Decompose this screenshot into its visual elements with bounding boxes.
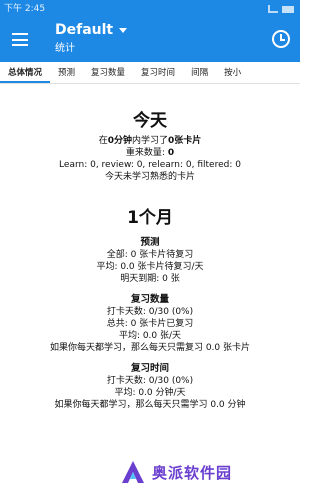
stats-tabs: 总体情况 预测 复习数量 复习时间 间隔 按小 (0, 62, 300, 84)
tab-review-time[interactable]: 复习时间 (133, 62, 183, 83)
status-time: 下午 2:45 (4, 4, 46, 14)
watermark: 奥派软件园 (120, 455, 290, 489)
tab-hourly[interactable]: 按小 (216, 62, 249, 83)
menu-icon[interactable] (12, 33, 28, 46)
clock-icon[interactable] (272, 30, 290, 48)
review-time-average: 平均: 0.0 分钟/天 (114, 388, 186, 398)
signal-icon (268, 5, 278, 13)
month-heading: 1个月 (127, 208, 173, 228)
forecast-tomorrow: 明天到期: 0 张 (120, 274, 180, 284)
today-breakdown: Learn: 0, review: 0, relearn: 0, filtere… (59, 160, 241, 170)
app-title[interactable]: Default (55, 22, 128, 38)
today-heading: 今天 (133, 111, 167, 131)
review-count-note: 如果你每天都学习，那么每天只需复习 0.0 张卡片 (49, 343, 251, 353)
dropdown-icon[interactable] (119, 27, 128, 33)
tab-intervals[interactable]: 间隔 (183, 62, 216, 83)
tab-review-count[interactable]: 复习数量 (83, 62, 133, 83)
review-count-average: 平均: 0.0 张/天 (118, 331, 182, 341)
review-time-days: 打卡天数: 0/30 (0%) (106, 376, 194, 386)
battery-icon (282, 5, 294, 13)
today-summary: 在0分钟内学习了0张卡片 (98, 136, 202, 146)
app-subtitle: 统计 (55, 43, 75, 54)
review-time-title: 复习时间 (130, 363, 169, 374)
review-count-days: 打卡天数: 0/30 (0%) (106, 307, 194, 317)
stats-content: 今天 在0分钟内学习了0张卡片 重来数量: 0 Learn: 0, review… (0, 86, 300, 411)
today-relearn: 重来数量: 0 (125, 148, 175, 158)
today-note: 今天未学习熟悉的卡片 (104, 172, 195, 182)
status-icons (268, 0, 294, 18)
deck-selector[interactable]: Default 统计 (55, 22, 128, 54)
tab-forecast[interactable]: 预测 (50, 62, 83, 83)
app-bar: Default 统计 (0, 18, 300, 62)
status-bar: 下午 2:45 (0, 0, 300, 18)
forecast-average: 平均: 0.0 张卡片待复习/天 (96, 262, 204, 272)
deck-name: Default (55, 22, 114, 38)
review-count-total: 总共: 0 张卡片已复习 (106, 319, 194, 329)
review-time-note: 如果你每天都学习，那么每天只需学习 0.0 分钟 (54, 400, 246, 410)
review-count-title: 复习数量 (130, 294, 169, 305)
watermark-logo-icon (122, 461, 144, 483)
forecast-title: 预测 (140, 237, 160, 248)
watermark-text: 奥派软件园 (152, 463, 233, 482)
tab-overview[interactable]: 总体情况 (0, 62, 51, 83)
forecast-total: 全部: 0 张卡片待复习 (106, 250, 194, 260)
